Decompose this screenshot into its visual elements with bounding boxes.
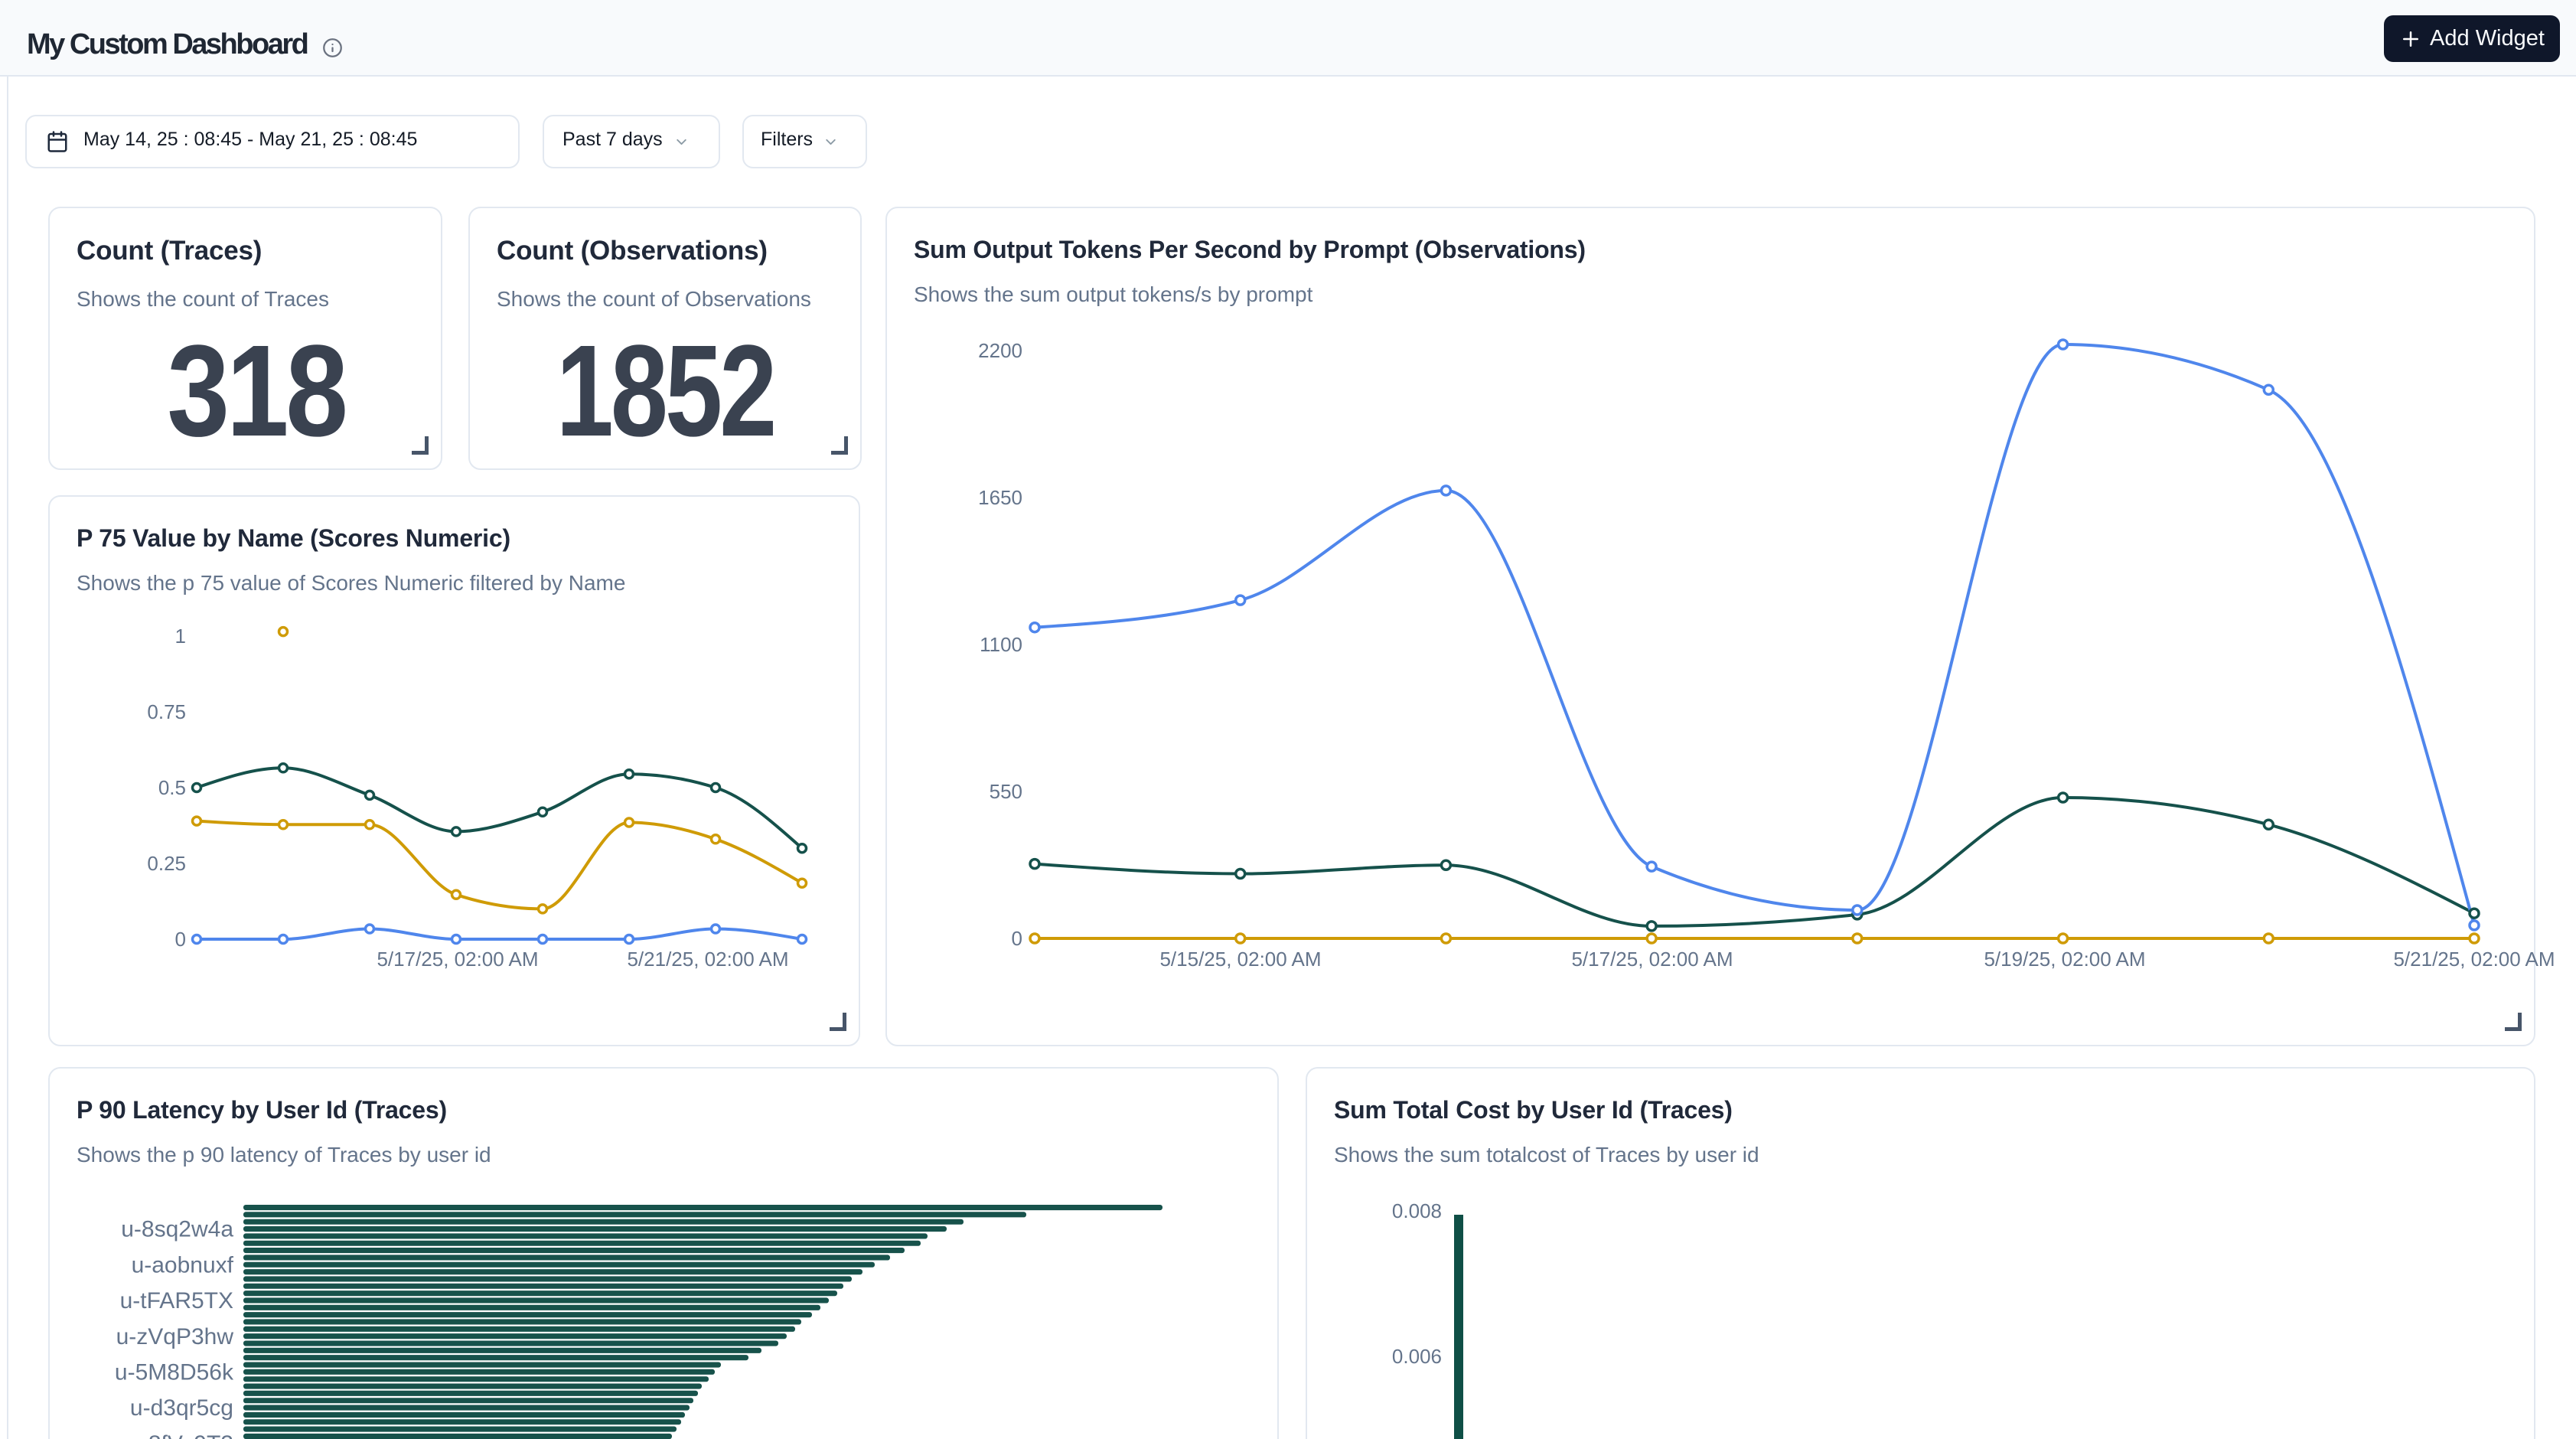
svg-text:5/17/25, 02:00 AM: 5/17/25, 02:00 AM [377, 948, 538, 971]
svg-text:550: 550 [990, 780, 1022, 803]
svg-text:5/17/25, 02:00 AM: 5/17/25, 02:00 AM [1571, 948, 1733, 971]
svg-text:u-aobnuxf: u-aobnuxf [132, 1252, 234, 1277]
svg-text:0: 0 [175, 928, 186, 951]
svg-text:u-8sq2w4a: u-8sq2w4a [121, 1217, 233, 1242]
svg-text:0: 0 [1012, 927, 1022, 950]
svg-text:5/15/25, 02:00 AM: 5/15/25, 02:00 AM [1159, 948, 1321, 971]
svg-text:u-zVqP3hw: u-zVqP3hw [116, 1324, 234, 1349]
svg-text:5/19/25, 02:00 AM: 5/19/25, 02:00 AM [1984, 948, 2145, 971]
svg-text:u-d3qr5cg: u-d3qr5cg [130, 1395, 233, 1421]
svg-text:0.75: 0.75 [147, 700, 186, 723]
svg-text:0.5: 0.5 [158, 776, 186, 799]
svg-text:u-tFAR5TX: u-tFAR5TX [120, 1288, 233, 1313]
svg-text:1650: 1650 [978, 486, 1022, 509]
svg-text:2200: 2200 [978, 339, 1022, 362]
svg-text:0.25: 0.25 [147, 852, 186, 875]
svg-text:1: 1 [175, 625, 186, 648]
svg-text:0.006: 0.006 [1392, 1345, 1442, 1368]
svg-text:u-8fVa9T3: u-8fVa9T3 [128, 1431, 233, 1439]
svg-text:5/21/25, 02:00 AM: 5/21/25, 02:00 AM [627, 948, 788, 971]
svg-text:u-5M8D56k: u-5M8D56k [115, 1360, 234, 1385]
svg-text:0.008: 0.008 [1392, 1199, 1442, 1222]
svg-text:5/21/25, 02:00 AM: 5/21/25, 02:00 AM [2393, 948, 2555, 971]
svg-text:1100: 1100 [980, 633, 1022, 656]
